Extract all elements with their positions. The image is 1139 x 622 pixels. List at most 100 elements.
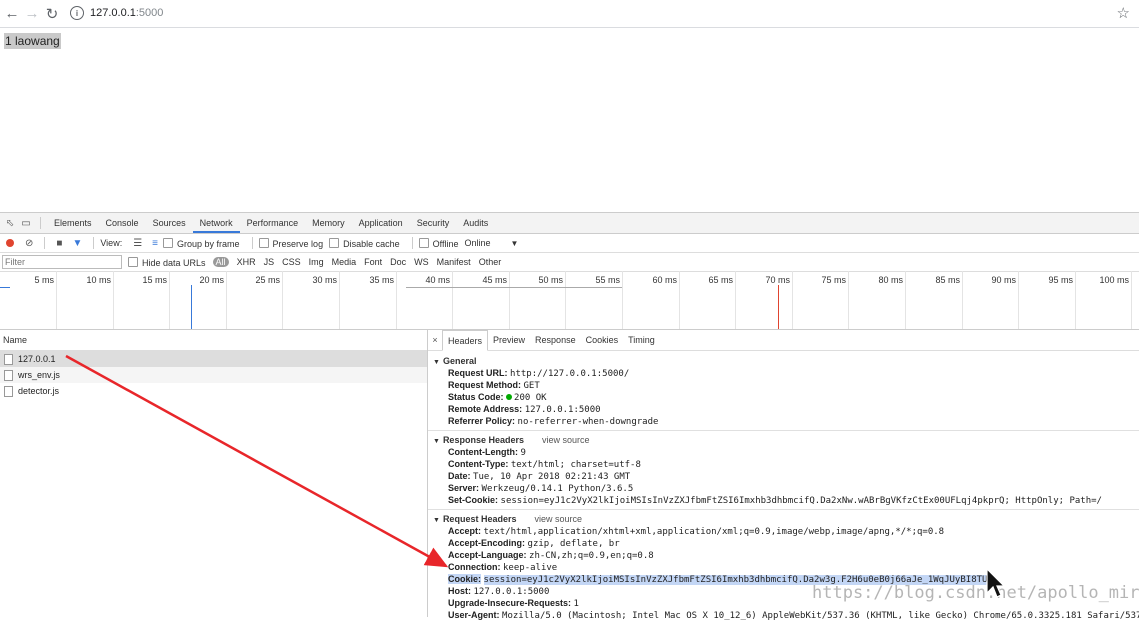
header-key: Set-Cookie: — [448, 495, 499, 505]
dom-content-loaded-marker — [191, 285, 192, 329]
throttling-select[interactable]: Online ▼ — [464, 238, 518, 248]
view-source-link[interactable]: view source — [534, 514, 582, 524]
header-key: Connection: — [448, 562, 501, 572]
header-key: Remote Address: — [448, 404, 523, 414]
overview-icon[interactable]: ≡ — [152, 238, 158, 249]
network-overview-timeline[interactable]: 5 ms 10 ms 15 ms 20 ms 25 ms 30 ms 35 ms 40 ms 4… — [0, 271, 1139, 330]
tab-console[interactable]: Console — [99, 213, 146, 233]
record-icon[interactable] — [6, 239, 14, 247]
tab-application[interactable]: Application — [352, 213, 410, 233]
header-key: Cookie: — [448, 574, 482, 584]
info-icon[interactable]: i — [70, 6, 84, 20]
disable-cache-checkbox[interactable]: Disable cache — [329, 237, 400, 249]
mouse-cursor-icon — [986, 568, 1004, 598]
forward-arrow-icon[interactable]: → — [22, 4, 42, 24]
request-headers-section-title[interactable]: ▼ Request Headers view source — [433, 513, 1139, 525]
request-row[interactable]: wrs_env.js — [0, 367, 427, 383]
detail-tab-timing[interactable]: Timing — [623, 330, 660, 350]
group-by-frame-checkbox[interactable]: Group by frame — [163, 237, 240, 249]
back-arrow-icon[interactable]: ← — [2, 4, 22, 24]
header-row: Content-Length: 9 — [448, 446, 1139, 458]
request-list: Name 127.0.0.1 wrs_env.js detector.js — [0, 330, 428, 617]
file-icon — [4, 353, 13, 365]
close-icon[interactable]: × — [428, 335, 442, 345]
hide-data-urls-checkbox[interactable]: Hide data URLs — [128, 256, 206, 268]
status-ok-icon — [506, 394, 513, 400]
type-filter-other[interactable]: Other — [479, 257, 502, 267]
header-value: zh-CN,zh;q=0.9,en;q=0.8 — [529, 551, 654, 561]
tab-audits[interactable]: Audits — [456, 213, 495, 233]
type-filter-ws[interactable]: WS — [414, 257, 429, 267]
general-section-title[interactable]: ▼ General — [433, 355, 1139, 367]
dropdown-arrow-icon: ▼ — [510, 239, 519, 248]
header-row: Request Method: GET — [448, 379, 1139, 391]
type-filter-css[interactable]: CSS — [282, 257, 301, 267]
header-key: User-Agent: — [448, 610, 500, 620]
type-filter-manifest[interactable]: Manifest — [437, 257, 471, 267]
request-row[interactable]: detector.js — [0, 383, 427, 399]
detail-tab-headers[interactable]: Headers — [442, 329, 489, 351]
tab-memory[interactable]: Memory — [305, 213, 352, 233]
header-row: Status Code: 200 OK — [448, 391, 1139, 403]
page-text: 1 laowang — [4, 33, 61, 49]
header-key: Date: — [448, 471, 471, 481]
type-filter-js[interactable]: JS — [264, 257, 275, 267]
detail-tab-preview[interactable]: Preview — [488, 330, 530, 350]
clear-icon[interactable]: ⊘ — [25, 238, 33, 249]
header-row: Accept-Language: zh-CN,zh;q=0.9,en;q=0.8 — [448, 549, 1139, 561]
type-filter-font[interactable]: Font — [364, 257, 382, 267]
header-key: Request Method: — [448, 380, 521, 390]
header-value: 127.0.0.1:5000 — [524, 405, 601, 415]
tab-performance[interactable]: Performance — [240, 213, 306, 233]
file-icon — [4, 369, 13, 381]
address-bar[interactable]: i 127.0.0.1:5000 ☆ — [64, 3, 1136, 23]
response-headers-section-title[interactable]: ▼ Response Headers view source — [433, 434, 1139, 446]
divider — [428, 509, 1139, 510]
detail-tab-cookies[interactable]: Cookies — [581, 330, 624, 350]
type-filter-all[interactable]: All — [212, 257, 229, 267]
header-row: Accept: text/html,application/xhtml+xml,… — [448, 525, 1139, 537]
header-key: Accept-Encoding: — [448, 538, 526, 548]
header-value: 200 OK — [514, 393, 547, 403]
header-value: http://127.0.0.1:5000/ — [510, 369, 630, 379]
offline-checkbox[interactable]: Offline — [418, 237, 458, 249]
header-key: Upgrade-Insecure-Requests: — [448, 598, 572, 608]
preserve-log-checkbox[interactable]: Preserve log — [258, 237, 323, 249]
url-port: :5000 — [135, 7, 164, 19]
view-source-link[interactable]: view source — [542, 435, 590, 445]
view-label: View: — [100, 238, 123, 248]
detail-tab-response[interactable]: Response — [530, 330, 581, 350]
tab-network[interactable]: Network — [192, 213, 240, 233]
divider — [411, 237, 413, 249]
header-row: Date: Tue, 10 Apr 2018 02:21:43 GMT — [448, 470, 1139, 482]
type-filter-doc[interactable]: Doc — [390, 257, 406, 267]
type-filter-xhr[interactable]: XHR — [237, 257, 256, 267]
load-event-marker — [778, 285, 779, 329]
device-toolbar-icon[interactable]: ▭ — [18, 218, 34, 229]
name-column-header[interactable]: Name — [0, 330, 427, 351]
header-row: Server: Werkzeug/0.14.1 Python/3.6.5 — [448, 482, 1139, 494]
devtools-tab-bar: ⬁ ▭ Elements Console Sources Network Perform… — [0, 213, 1139, 234]
filter-input[interactable] — [2, 255, 122, 269]
header-key: Content-Type: — [448, 459, 509, 469]
devtools-panel: ⬁ ▭ Elements Console Sources Network Perform… — [0, 212, 1139, 621]
bookmark-star-icon[interactable]: ☆ — [1117, 4, 1130, 22]
header-value: 1 — [573, 599, 579, 609]
header-row: Remote Address: 127.0.0.1:5000 — [448, 403, 1139, 415]
request-row[interactable]: 127.0.0.1 — [0, 351, 427, 367]
tab-sources[interactable]: Sources — [146, 213, 193, 233]
tab-elements[interactable]: Elements — [47, 213, 99, 233]
inspect-element-icon[interactable]: ⬁ — [2, 218, 18, 229]
filter-icon[interactable]: ▼ — [72, 238, 82, 249]
reload-icon[interactable]: ↻ — [42, 4, 62, 24]
type-filter-media[interactable]: Media — [332, 257, 357, 267]
header-row: Accept-Encoding: gzip, deflate, br — [448, 537, 1139, 549]
divider — [93, 237, 95, 249]
tab-security[interactable]: Security — [410, 213, 457, 233]
capture-screenshots-icon[interactable]: ■ — [56, 238, 62, 249]
header-key: Content-Length: — [448, 447, 518, 457]
page-content: 1 laowang — [0, 28, 1139, 212]
large-rows-icon[interactable]: ☰ — [133, 238, 142, 249]
watermark: https://blog.csdn.net/apollo_miracle — [812, 583, 1139, 603]
type-filter-img[interactable]: Img — [309, 257, 324, 267]
